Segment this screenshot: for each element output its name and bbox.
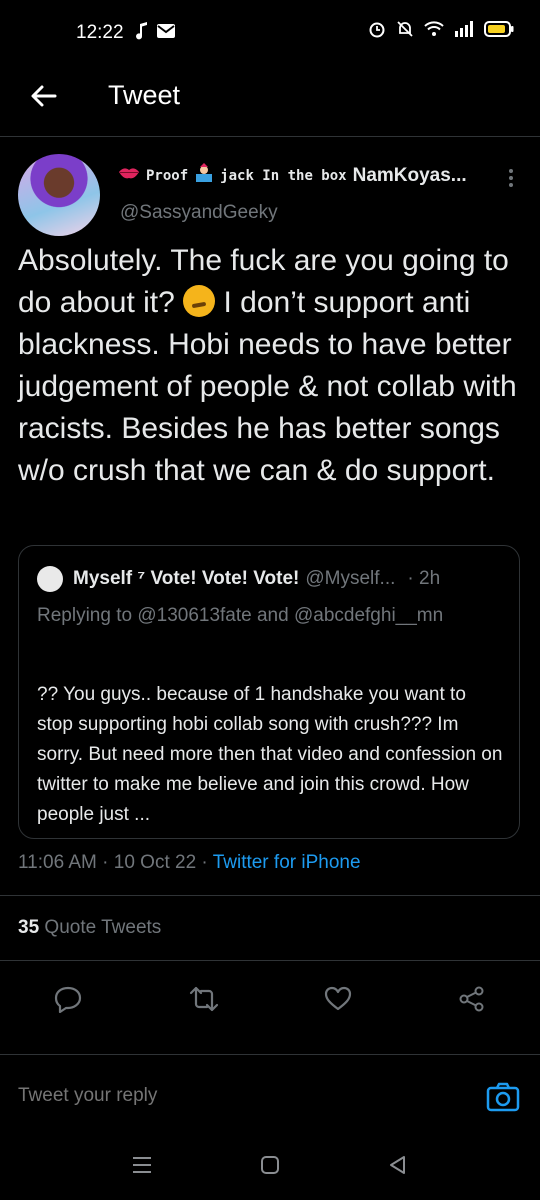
quoted-tweet-card[interactable]: Myself ⁷ Vote! Vote! Vote! @Myself... · … [18, 545, 520, 839]
tweet-source-link[interactable]: Twitter for iPhone [213, 852, 361, 873]
author-avatar[interactable] [18, 154, 100, 236]
lips-icon [118, 166, 140, 185]
reply-input[interactable] [18, 1085, 438, 1107]
status-left-icons [135, 22, 175, 45]
menu-icon [130, 1157, 154, 1181]
meta-divider [0, 895, 540, 896]
quoted-author-handle: @Myself... [305, 568, 396, 589]
jack-in-the-box-icon [194, 163, 214, 188]
quote-tweets-count[interactable]: 35 Quote Tweets [18, 917, 161, 939]
camera-icon [486, 1082, 520, 1118]
share-icon [458, 986, 486, 1017]
counts-divider [0, 960, 540, 961]
actions-divider [0, 1054, 540, 1055]
quote-tweets-label: Quote Tweets [44, 917, 162, 938]
signal-icon [454, 21, 474, 42]
back-button[interactable] [28, 80, 60, 112]
retweet-icon [189, 986, 219, 1017]
alarm-icon [368, 20, 386, 43]
tweet-text: Absolutely. The fuck are you going to do… [18, 240, 528, 492]
nav-menu-button[interactable] [130, 1153, 154, 1177]
status-time: 12:22 [76, 22, 124, 43]
more-icon [508, 169, 514, 193]
like-icon [324, 986, 352, 1017]
tweet-timestamp: 11:06 AM · 10 Oct 22 · [18, 852, 208, 873]
author-name-part-2: jack In the box [220, 167, 347, 184]
mail-icon [157, 24, 175, 43]
author-name-part-3: NamKoyas... [352, 164, 467, 186]
battery-icon [484, 21, 514, 42]
retweet-button[interactable] [189, 985, 219, 1013]
nav-home-button[interactable] [258, 1153, 282, 1177]
reply-button[interactable] [54, 985, 82, 1014]
nav-back-button[interactable] [386, 1153, 410, 1177]
home-icon [258, 1156, 282, 1181]
quoted-tweet-text: ?? You guys.. because of 1 handshake you… [37, 684, 503, 825]
share-button[interactable] [458, 985, 486, 1013]
page-title: Tweet [108, 80, 181, 110]
back-icon [386, 1156, 410, 1181]
like-button[interactable] [324, 985, 352, 1013]
wifi-icon [424, 21, 444, 42]
author-handle[interactable]: @SassyandGeeky [120, 202, 278, 224]
thinking-face-icon [183, 285, 216, 317]
header-divider [0, 136, 540, 137]
quoted-replying-to: Replying to @130613fate and @abcdefghi__… [37, 605, 444, 626]
mute-icon [396, 20, 414, 43]
back-arrow-icon [28, 85, 60, 116]
quote-tweets-number: 35 [18, 917, 40, 938]
reply-icon [54, 986, 82, 1017]
quoted-author-avatar [37, 566, 63, 592]
quoted-author-row: Myself ⁷ Vote! Vote! Vote! @Myself... · … [73, 568, 440, 590]
quoted-time: · 2h [407, 568, 441, 589]
quoted-author-name: Myself ⁷ Vote! Vote! Vote! [73, 568, 300, 589]
tweet-meta: 11:06 AM · 10 Oct 22 · Twitter for iPhon… [18, 852, 361, 874]
camera-button[interactable] [486, 1080, 520, 1114]
status-right-icons [368, 20, 514, 43]
more-button[interactable] [504, 168, 518, 188]
author-name-part-1: Proof [146, 167, 189, 184]
author-name[interactable]: Proof jack In the box NamKoyas... [118, 163, 467, 188]
music-note-icon [135, 22, 149, 45]
